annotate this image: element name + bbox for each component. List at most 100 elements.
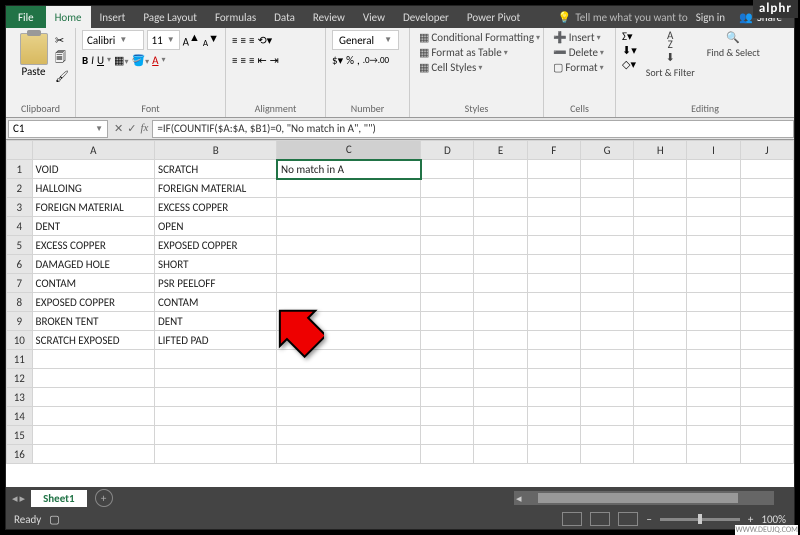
- format-as-table-button[interactable]: ▦ Format as Table▾: [416, 45, 537, 60]
- bold-button[interactable]: B: [82, 54, 88, 67]
- cell-C1[interactable]: No match in A: [277, 160, 421, 179]
- increase-font-icon[interactable]: A▲: [183, 31, 200, 49]
- orientation-icon[interactable]: ⟲▾: [257, 34, 272, 47]
- worksheet-grid[interactable]: ABCDEFGHIJ1VOIDSCRATCHNo match in A2HALL…: [6, 140, 794, 487]
- font-size-select[interactable]: 11▼: [147, 30, 180, 50]
- cell-D12[interactable]: [421, 369, 474, 388]
- cell-D13[interactable]: [421, 388, 474, 407]
- cell-A1[interactable]: VOID: [32, 160, 154, 179]
- sheet-tab-sheet1[interactable]: Sheet1: [31, 490, 87, 507]
- tab-insert[interactable]: Insert: [91, 6, 135, 28]
- row-header-2[interactable]: 2: [7, 179, 33, 198]
- page-layout-view-button[interactable]: [590, 512, 610, 526]
- cell-A8[interactable]: EXPOSED COPPER: [32, 293, 154, 312]
- tab-review[interactable]: Review: [304, 6, 354, 28]
- tab-power-pivot[interactable]: Power Pivot: [458, 6, 529, 28]
- cell-A5[interactable]: EXCESS COPPER: [32, 236, 154, 255]
- cell-D2[interactable]: [421, 179, 474, 198]
- cell-C3[interactable]: [277, 198, 421, 217]
- cell-B9[interactable]: DENT: [155, 312, 277, 331]
- cell-D11[interactable]: [421, 350, 474, 369]
- cell-C9[interactable]: [277, 312, 421, 331]
- row-header-7[interactable]: 7: [7, 274, 33, 293]
- row-header-11[interactable]: 11: [7, 350, 33, 369]
- cell-C12[interactable]: [277, 369, 421, 388]
- tab-view[interactable]: View: [354, 6, 394, 28]
- border-icon[interactable]: ▦▾: [114, 54, 128, 67]
- cell-B3[interactable]: EXCESS COPPER: [155, 198, 277, 217]
- cell-B16[interactable]: [155, 445, 277, 464]
- row-header-4[interactable]: 4: [7, 217, 33, 236]
- align-right-icon[interactable]: ≡: [249, 54, 254, 67]
- row-header-3[interactable]: 3: [7, 198, 33, 217]
- name-box[interactable]: C1▼: [8, 120, 108, 138]
- col-header-B[interactable]: B: [155, 141, 277, 160]
- row-header-9[interactable]: 9: [7, 312, 33, 331]
- cell-C8[interactable]: [277, 293, 421, 312]
- cell-D7[interactable]: [421, 274, 474, 293]
- delete-cells-button[interactable]: ➖ Delete▾: [550, 45, 609, 60]
- row-header-6[interactable]: 6: [7, 255, 33, 274]
- zoom-level[interactable]: 100%: [761, 513, 786, 526]
- decrease-font-icon[interactable]: A▼: [203, 32, 219, 49]
- cell-B8[interactable]: CONTAM: [155, 293, 277, 312]
- select-all-corner[interactable]: [7, 141, 33, 160]
- normal-view-button[interactable]: [562, 512, 582, 526]
- cell-C14[interactable]: [277, 407, 421, 426]
- row-header-16[interactable]: 16: [7, 445, 33, 464]
- cell-A10[interactable]: SCRATCH EXPOSED: [32, 331, 154, 350]
- add-sheet-button[interactable]: +: [95, 489, 113, 507]
- col-header-H[interactable]: H: [634, 141, 687, 160]
- fx-icon[interactable]: fx: [140, 122, 148, 135]
- paste-button[interactable]: Paste: [12, 30, 55, 83]
- cell-B1[interactable]: SCRATCH: [155, 160, 277, 179]
- cell-D16[interactable]: [421, 445, 474, 464]
- align-center-icon[interactable]: ≡: [240, 54, 245, 67]
- row-header-12[interactable]: 12: [7, 369, 33, 388]
- zoom-out-button[interactable]: −: [646, 513, 651, 526]
- col-header-F[interactable]: F: [527, 141, 580, 160]
- font-name-select[interactable]: Calibri▼: [82, 30, 144, 50]
- formula-bar[interactable]: =IF(COUNTIF($A:$A, $B1)=0, "No match in …: [152, 120, 794, 138]
- scroll-left-icon[interactable]: ◂: [514, 492, 524, 505]
- cell-C11[interactable]: [277, 350, 421, 369]
- cell-B15[interactable]: [155, 426, 277, 445]
- cell-C5[interactable]: [277, 236, 421, 255]
- zoom-in-button[interactable]: +: [748, 513, 753, 526]
- cell-A6[interactable]: DAMAGED HOLE: [32, 255, 154, 274]
- cell-C6[interactable]: [277, 255, 421, 274]
- font-color-icon[interactable]: A: [152, 54, 158, 67]
- cell-A16[interactable]: [32, 445, 154, 464]
- sheet-nav-prev-icon[interactable]: ◂: [12, 492, 18, 505]
- row-header-15[interactable]: 15: [7, 426, 33, 445]
- cell-C10[interactable]: [277, 331, 421, 350]
- cell-D3[interactable]: [421, 198, 474, 217]
- cell-C7[interactable]: [277, 274, 421, 293]
- cell-B10[interactable]: LIFTED PAD: [155, 331, 277, 350]
- cell-A15[interactable]: [32, 426, 154, 445]
- cell-B5[interactable]: EXPOSED COPPER: [155, 236, 277, 255]
- cell-D15[interactable]: [421, 426, 474, 445]
- cell-B13[interactable]: [155, 388, 277, 407]
- col-header-J[interactable]: J: [740, 141, 793, 160]
- page-break-view-button[interactable]: [618, 512, 638, 526]
- align-bottom-icon[interactable]: ≡: [249, 34, 254, 47]
- tab-developer[interactable]: Developer: [394, 6, 458, 28]
- percent-icon[interactable]: %: [346, 54, 354, 67]
- tab-formulas[interactable]: Formulas: [206, 6, 265, 28]
- col-header-D[interactable]: D: [421, 141, 474, 160]
- cell-A14[interactable]: [32, 407, 154, 426]
- comma-icon[interactable]: ,: [357, 54, 360, 67]
- cell-C15[interactable]: [277, 426, 421, 445]
- currency-icon[interactable]: $▾: [332, 54, 343, 67]
- col-header-I[interactable]: I: [687, 141, 740, 160]
- enter-formula-icon[interactable]: ✓: [127, 122, 136, 135]
- cell-C13[interactable]: [277, 388, 421, 407]
- number-format-select[interactable]: General▼: [332, 30, 399, 50]
- cell-A7[interactable]: CONTAM: [32, 274, 154, 293]
- row-header-13[interactable]: 13: [7, 388, 33, 407]
- col-header-C[interactable]: C: [277, 141, 421, 160]
- indent-dec-icon[interactable]: ⇤: [257, 54, 266, 67]
- fill-color-icon[interactable]: 🪣▾: [131, 54, 149, 67]
- align-middle-icon[interactable]: ≡: [240, 34, 245, 47]
